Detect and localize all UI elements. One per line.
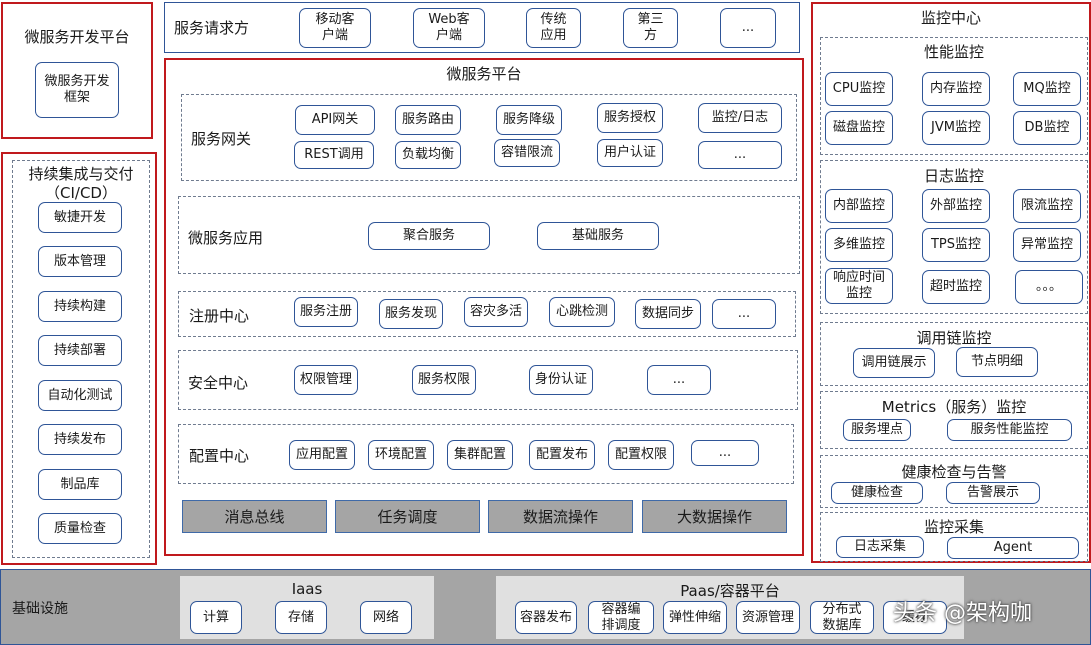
requester-node: 传统 应用 — [526, 8, 581, 48]
perf-node: 内存监控 — [922, 72, 990, 106]
security-node: ... — [647, 365, 711, 395]
registry-node: 服务发现 — [379, 299, 443, 329]
iaas-node: 计算 — [190, 601, 242, 634]
cicd-item: 持续部署 — [38, 335, 122, 366]
log-node: 。。。 — [1015, 270, 1083, 304]
metrics-node: 服务性能监控 — [947, 419, 1072, 441]
registry-node: 服务注册 — [294, 297, 358, 327]
log-node: 异常监控 — [1013, 228, 1081, 262]
config-node: 配置权限 — [608, 440, 674, 470]
apps-label: 微服务应用 — [188, 229, 264, 247]
perf-node: 磁盘监控 — [825, 111, 893, 145]
iaas-title: Iaas — [291, 580, 323, 598]
requester-node: ... — [720, 8, 776, 48]
health-node: 告警展示 — [946, 482, 1040, 504]
perf-node: DB监控 — [1013, 111, 1081, 145]
log-node: 外部监控 — [922, 189, 990, 223]
registry-node: 心跳检测 — [549, 297, 615, 327]
requester-node: 第三 方 — [623, 8, 678, 48]
bus-bar: 消息总线 — [182, 500, 327, 533]
iaas-node: 网络 — [360, 601, 412, 634]
security-node: 身份认证 — [529, 365, 593, 395]
gateway-node: API网关 — [295, 105, 375, 135]
config-node: 应用配置 — [289, 440, 355, 470]
metrics-title: Metrics（服务）监控 — [881, 398, 1027, 416]
gateway-node: 用户认证 — [597, 139, 663, 167]
perf-node: MQ监控 — [1013, 72, 1081, 106]
security-node: 服务权限 — [412, 365, 476, 395]
collect-node: 日志采集 — [836, 536, 924, 558]
collect-title: 监控采集 — [923, 518, 984, 536]
dev-framework-node: 微服务开发 框架 — [35, 62, 119, 118]
config-node: 配置发布 — [529, 440, 595, 470]
perf-node: CPU监控 — [825, 72, 893, 106]
bus-bar: 大数据操作 — [642, 500, 787, 533]
gateway-node: ... — [698, 141, 782, 169]
log-node: 超时监控 — [922, 270, 990, 304]
log-node: 限流监控 — [1013, 189, 1081, 223]
config-node: ... — [691, 440, 759, 466]
cicd-item: 制品库 — [38, 469, 122, 500]
paas-node: 容器发布 — [515, 601, 577, 634]
cicd-title: 持续集成与交付 （CI/CD） — [28, 165, 134, 202]
iaas-node: 存储 — [275, 601, 327, 634]
metrics-node: 服务埋点 — [843, 419, 911, 441]
paas-node: 分布式 数据库 — [810, 601, 874, 634]
registry-label: 注册中心 — [189, 307, 250, 325]
gateway-node: 服务路由 — [395, 105, 461, 135]
platform-title: 微服务平台 — [446, 65, 522, 83]
log-title: 日志监控 — [923, 167, 984, 185]
paas-node: 资源管理 — [736, 601, 800, 634]
trace-node: 节点明细 — [956, 347, 1038, 377]
watermark-text: 头条 @架构咖 — [893, 601, 1032, 626]
dev-platform-title: 微服务开发平台 — [24, 28, 130, 46]
registry-node: 数据同步 — [635, 299, 701, 329]
log-node: 多维监控 — [825, 228, 893, 262]
registry-node: ... — [712, 299, 776, 329]
gateway-node: 监控/日志 — [698, 103, 782, 133]
gateway-node: 负载均衡 — [395, 141, 461, 169]
paas-node: 弹性伸缩 — [663, 601, 727, 634]
log-node: 响应时间 监控 — [825, 268, 893, 304]
config-node: 集群配置 — [447, 440, 513, 470]
collect-node: Agent — [947, 537, 1079, 559]
apps-node: 聚合服务 — [368, 222, 490, 250]
requester-node: 移动客 户端 — [299, 8, 371, 48]
apps-node: 基础服务 — [537, 222, 659, 250]
perf-title: 性能监控 — [923, 43, 984, 61]
requester-node: Web客 户端 — [413, 8, 485, 48]
cicd-item: 敏捷开发 — [38, 202, 122, 233]
bus-bar: 任务调度 — [335, 500, 480, 533]
log-node: TPS监控 — [922, 228, 990, 262]
gateway-node: REST调用 — [294, 141, 374, 169]
cicd-item: 自动化测试 — [38, 380, 122, 411]
log-node: 内部监控 — [825, 189, 893, 223]
requesters-label: 服务请求方 — [174, 19, 250, 37]
cicd-item: 版本管理 — [38, 246, 122, 277]
monitor-title: 监控中心 — [920, 9, 981, 27]
cicd-item: 持续构建 — [38, 291, 122, 322]
security-label: 安全中心 — [188, 374, 249, 392]
bus-bar: 数据流操作 — [488, 500, 633, 533]
config-node: 环境配置 — [368, 440, 434, 470]
cicd-item: 质量检查 — [38, 513, 122, 544]
paas-node: 容器编 排调度 — [588, 601, 654, 634]
gateway-node: 服务降级 — [496, 105, 562, 135]
trace-node: 调用链展示 — [853, 348, 935, 378]
trace-title: 调用链监控 — [916, 329, 992, 347]
gateway-label: 服务网关 — [191, 130, 252, 148]
health-title: 健康检查与告警 — [901, 463, 1007, 481]
perf-node: JVM监控 — [922, 111, 990, 145]
registry-node: 容灾多活 — [464, 297, 528, 327]
gateway-node: 容错限流 — [494, 139, 560, 167]
config-label: 配置中心 — [189, 447, 250, 465]
infra-label: 基础设施 — [12, 601, 68, 617]
cicd-item: 持续发布 — [38, 424, 122, 455]
security-node: 权限管理 — [294, 365, 358, 395]
health-node: 健康检查 — [831, 482, 923, 504]
gateway-node: 服务授权 — [597, 103, 663, 133]
